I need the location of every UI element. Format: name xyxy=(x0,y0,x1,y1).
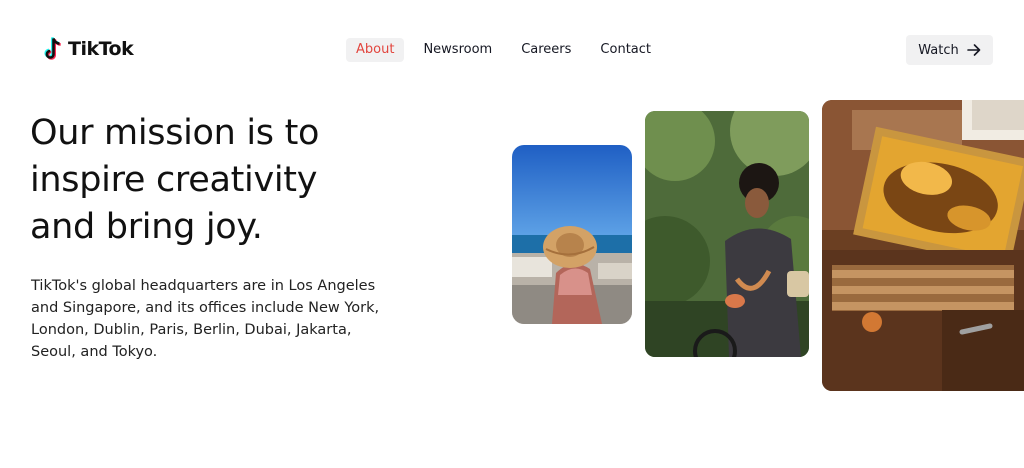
watch-button[interactable]: Watch xyxy=(906,35,993,65)
headline-line-3: and bring joy. xyxy=(30,207,263,247)
nav-about[interactable]: About xyxy=(346,38,405,62)
headline-line-1: Our mission is to xyxy=(30,113,320,153)
nav-contact[interactable]: Contact xyxy=(590,38,661,62)
watch-button-label: Watch xyxy=(918,42,959,58)
tiktok-note-icon xyxy=(44,37,61,60)
headquarters-description: TikTok's global headquarters are in Los … xyxy=(31,278,380,360)
beekeeper-honeycomb-photo xyxy=(822,100,1024,391)
main-nav: About Newsroom Careers Contact xyxy=(346,38,670,62)
woman-cycling-photo xyxy=(645,111,809,357)
nav-newsroom[interactable]: Newsroom xyxy=(413,38,502,62)
brand-name: TikTok xyxy=(68,38,134,60)
site-header: TikTok About Newsroom Careers Contact Wa… xyxy=(0,0,1024,100)
arrow-right-icon xyxy=(966,44,981,56)
woman-sun-hat-seaside-photo xyxy=(512,145,632,324)
mission-headline: Our mission is to inspire creativity and… xyxy=(30,110,350,251)
headline-line-2: inspire creativity xyxy=(30,160,318,200)
tiktok-logo[interactable]: TikTok xyxy=(44,37,134,61)
nav-careers[interactable]: Careers xyxy=(511,38,581,62)
